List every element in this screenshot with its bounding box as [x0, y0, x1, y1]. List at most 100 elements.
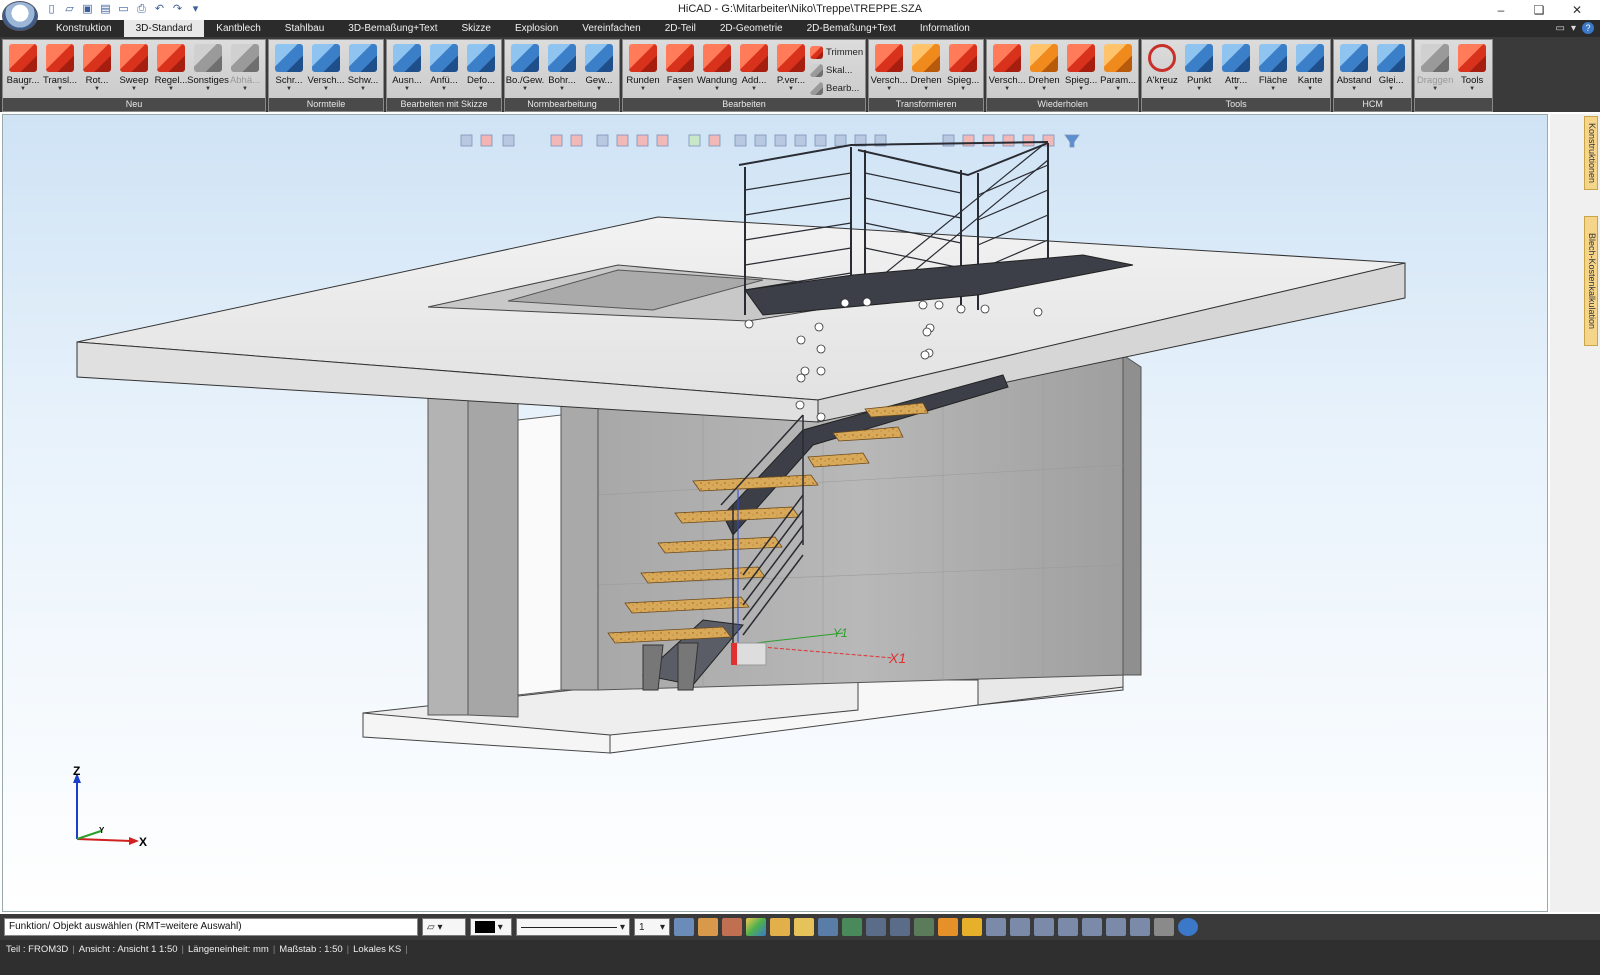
zoom-in-icon[interactable]	[616, 134, 629, 147]
zoom-out-icon[interactable]	[636, 134, 649, 147]
zoom-reset-icon[interactable]	[656, 134, 669, 147]
staircase-model[interactable]: X1 Y1 Z Y X	[3, 115, 1548, 912]
view-bottom-icon[interactable]	[834, 134, 847, 147]
view-toggle-icon[interactable]	[460, 134, 473, 147]
skal--button[interactable]: Skal...	[810, 63, 863, 78]
face-button[interactable]: Fläche ▼	[1255, 42, 1291, 92]
zoom-window-icon[interactable]	[550, 134, 563, 147]
bearb--button[interactable]: Bearb...	[810, 81, 863, 96]
tab-3d-standard[interactable]: 3D-Standard	[123, 20, 205, 37]
top-floor-slab[interactable]	[76, 216, 1406, 423]
assembly-button[interactable]: Baugr... ▼	[5, 42, 41, 92]
bore-thread-button[interactable]: Bo./Gew. ▼	[506, 42, 544, 92]
view-back-icon[interactable]	[754, 134, 767, 147]
bolt-button[interactable]: Versch... ▼	[308, 42, 344, 92]
pen-icon[interactable]	[674, 918, 694, 936]
crosshair-button[interactable]: A'kreuz ▼	[1144, 42, 1180, 92]
thread-button[interactable]: Gew... ▼	[581, 42, 617, 92]
snap-icon[interactable]	[698, 918, 718, 936]
cutout-button[interactable]: Ausn... ▼	[389, 42, 425, 92]
check-icon[interactable]	[1130, 918, 1150, 936]
distance-button[interactable]: Abstand ▼	[1336, 42, 1372, 92]
tab-kantblech[interactable]: Kantblech	[204, 20, 272, 37]
translation-button[interactable]: Transl... ▼	[42, 42, 78, 92]
curve-icon[interactable]	[890, 918, 910, 936]
attributes-button[interactable]: Attr... ▼	[1218, 42, 1254, 92]
normal-icon[interactable]	[1082, 918, 1102, 936]
transparency-icon[interactable]	[1002, 134, 1015, 147]
pan-icon[interactable]	[596, 134, 609, 147]
offset-icon[interactable]	[1010, 918, 1030, 936]
frame-icon[interactable]	[794, 918, 814, 936]
color-mode-icon[interactable]	[746, 918, 766, 936]
tab-2d-bema-ung-text[interactable]: 2D-Bemaßung+Text	[795, 20, 908, 37]
help-icon[interactable]: ?	[1582, 22, 1594, 34]
linetype-dropdown[interactable]: ▾	[516, 918, 630, 936]
restore-button[interactable]: ❏	[1520, 0, 1558, 20]
drill-button[interactable]: Bohr... ▼	[544, 42, 580, 92]
side-tab-konstruktionen[interactable]: Konstruktionen	[1584, 116, 1598, 190]
side-tab-kostenkalkulation[interactable]: Blech-Kostenkalkulation	[1584, 216, 1598, 346]
repeat-mirror-button[interactable]: Spieg... ▼	[1063, 42, 1099, 92]
command-prompt[interactable]: Funktion/ Objekt auswählen (RMT=weitere …	[4, 918, 418, 936]
deform-button[interactable]: Defo... ▼	[463, 42, 499, 92]
repeat-move-button[interactable]: Versch... ▼	[989, 42, 1026, 92]
mirror-button[interactable]: Spieg... ▼	[945, 42, 981, 92]
explode-icon[interactable]	[982, 134, 995, 147]
round-button[interactable]: Runden ▼	[625, 42, 661, 92]
tangent-icon[interactable]	[1058, 918, 1078, 936]
3d-viewport[interactable]: X1 Y1 Z Y X	[2, 114, 1548, 912]
tab-skizze[interactable]: Skizze	[449, 20, 502, 37]
section-icon[interactable]	[962, 134, 975, 147]
close-button[interactable]: ✕	[1558, 0, 1596, 20]
tab-explosion[interactable]: Explosion	[503, 20, 570, 37]
dependent-button[interactable]: Abhä... ▼	[227, 42, 263, 92]
plane-icon[interactable]	[986, 918, 1006, 936]
target-icon[interactable]	[938, 918, 958, 936]
chamfer-button[interactable]: Fasen ▼	[662, 42, 698, 92]
rotation-button[interactable]: Rot... ▼	[79, 42, 115, 92]
filter-icon[interactable]	[1064, 134, 1080, 148]
add-button[interactable]: Add... ▼	[736, 42, 772, 92]
ruled-surface-button[interactable]: Regel... ▼	[153, 42, 189, 92]
shading-icon[interactable]	[842, 918, 862, 936]
linewidth-dropdown[interactable]: 1 ▾	[634, 918, 670, 936]
tab-2d-geometrie[interactable]: 2D-Geometrie	[708, 20, 795, 37]
measure-icon[interactable]	[914, 918, 934, 936]
tab-information[interactable]: Information	[908, 20, 982, 37]
move-button[interactable]: Versch... ▼	[871, 42, 908, 92]
refresh-icon[interactable]	[1178, 918, 1198, 936]
tab-stahlbau[interactable]: Stahlbau	[273, 20, 336, 37]
table-icon[interactable]	[1154, 918, 1174, 936]
rotate-button[interactable]: Drehen ▼	[908, 42, 944, 92]
trimmen-button[interactable]: Trimmen	[810, 45, 863, 60]
hicad-logo-icon[interactable]	[2, 1, 38, 31]
shade-icon[interactable]	[688, 134, 701, 147]
extrude-button[interactable]: Anfü... ▼	[426, 42, 462, 92]
minimize-button[interactable]: –	[1482, 0, 1520, 20]
hide-icon[interactable]	[818, 918, 838, 936]
angle-snap-icon[interactable]	[722, 918, 742, 936]
repeat-rotate-button[interactable]: Drehen ▼	[1026, 42, 1062, 92]
zoom-all-icon[interactable]	[570, 134, 583, 147]
view-left-icon[interactable]	[774, 134, 787, 147]
drag-button[interactable]: Draggen ▼	[1417, 42, 1453, 92]
tools-button[interactable]: Tools ▼	[1454, 42, 1490, 92]
parametric-button[interactable]: Param... ▼	[1100, 42, 1136, 92]
lights-icon[interactable]	[1022, 134, 1035, 147]
point-move-button[interactable]: P.ver... ▼	[773, 42, 809, 92]
layer-dropdown[interactable]: ▱ ▾	[422, 918, 466, 936]
sweep-button[interactable]: Sweep ▼	[116, 42, 152, 92]
view-undo-icon[interactable]	[502, 134, 515, 147]
view-right-icon[interactable]	[794, 134, 807, 147]
minimize-ribbon-icon[interactable]: ▭	[1556, 20, 1565, 37]
grid-icon[interactable]	[770, 918, 790, 936]
color-dropdown[interactable]: ▾	[470, 918, 512, 936]
point-button[interactable]: Punkt ▼	[1181, 42, 1217, 92]
view-cube-icon[interactable]	[480, 134, 493, 147]
tab-konstruktion[interactable]: Konstruktion	[44, 20, 124, 37]
intersect-icon[interactable]	[1034, 918, 1054, 936]
circle-point-icon[interactable]	[1106, 918, 1126, 936]
wire-icon[interactable]	[866, 918, 886, 936]
equation-button[interactable]: Glei... ▼	[1373, 42, 1409, 92]
